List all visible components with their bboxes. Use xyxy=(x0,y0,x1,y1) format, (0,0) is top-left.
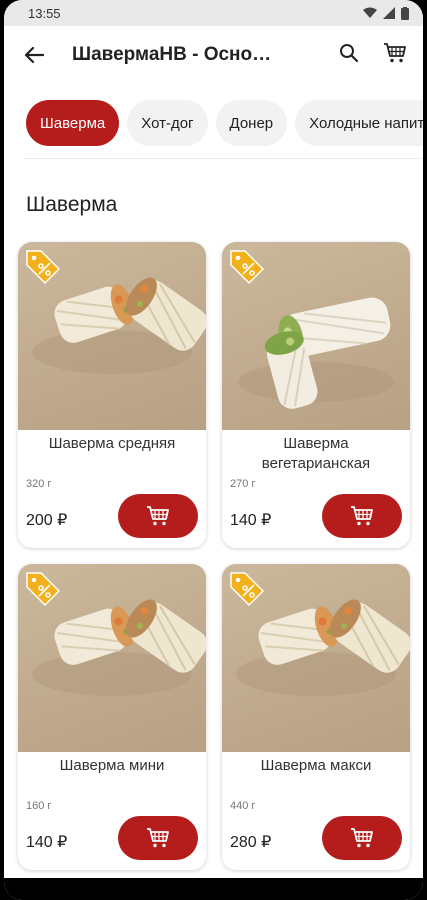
product-name: Шаверма средняя xyxy=(48,435,176,452)
product-name: Шаверма макси xyxy=(260,757,372,774)
back-button[interactable] xyxy=(20,41,48,69)
chip-doner[interactable]: Донер xyxy=(215,100,288,146)
add-to-cart-button[interactable] xyxy=(322,816,402,860)
product-price: 140 ₽ xyxy=(230,512,272,529)
status-bar: 13:55 xyxy=(4,0,423,26)
search-icon xyxy=(340,43,359,62)
page-title: ШавермаНВ - Основное меню xyxy=(72,44,282,65)
product-name: Шаверма вегетарианская xyxy=(261,435,371,472)
discount-badge-icon xyxy=(26,250,61,285)
app-screen: 13:55 ШавермаНВ - Основное меню xyxy=(4,0,423,900)
wifi-icon xyxy=(363,7,377,18)
cart-icon xyxy=(384,42,406,62)
product-price: 280 ₽ xyxy=(230,834,272,851)
chip-hotdog[interactable]: Хот-дог xyxy=(127,100,208,146)
product-price: 140 ₽ xyxy=(26,834,68,851)
product-weight: 160 г xyxy=(26,800,52,812)
chip-cold-drinks[interactable]: Холодные напитки xyxy=(295,100,423,146)
arrow-left-icon xyxy=(24,46,44,64)
product-price: 200 ₽ xyxy=(26,512,68,529)
product-card[interactable]: Шаверма макси 440 г 280 ₽ xyxy=(222,564,410,870)
product-card[interactable]: Шаверма средняя 320 г 200 ₽ xyxy=(18,242,206,548)
add-to-cart-button[interactable] xyxy=(118,816,198,860)
product-card[interactable]: Шаверма вегетарианская 270 г 140 ₽ xyxy=(222,242,410,548)
product-card[interactable]: Шаверма мини 160 г 140 ₽ xyxy=(18,564,206,870)
product-grid: Шаверма средняя 320 г 200 ₽ Шаверма веге… xyxy=(18,242,412,870)
system-nav-bar xyxy=(4,878,423,900)
product-photo xyxy=(222,242,410,430)
signal-icon xyxy=(383,7,395,19)
status-icons xyxy=(363,6,409,20)
category-chips: Шаверма Хот-дог Донер Холодные напитки xyxy=(26,100,423,150)
discount-badge-icon xyxy=(230,250,265,285)
divider xyxy=(24,158,423,159)
add-cart-icon xyxy=(351,828,373,848)
cart-button[interactable] xyxy=(383,42,407,69)
section-title: Шаверма xyxy=(26,193,118,216)
product-photo xyxy=(222,564,410,752)
product-name: Шаверма мини xyxy=(59,757,165,774)
product-weight: 440 г xyxy=(230,800,256,812)
chip-shawarma[interactable]: Шаверма xyxy=(26,100,120,146)
product-weight: 270 г xyxy=(230,478,256,490)
add-to-cart-button[interactable] xyxy=(322,494,402,538)
add-cart-icon xyxy=(147,506,169,526)
product-weight: 320 г xyxy=(26,478,52,490)
product-photo xyxy=(18,242,206,430)
app-bar: ШавермаНВ - Основное меню xyxy=(4,26,423,84)
add-to-cart-button[interactable] xyxy=(118,494,198,538)
search-button[interactable] xyxy=(339,43,359,68)
add-cart-icon xyxy=(351,506,373,526)
add-cart-icon xyxy=(147,828,169,848)
status-time: 13:55 xyxy=(28,5,61,21)
discount-badge-icon xyxy=(26,572,61,607)
battery-icon xyxy=(401,6,409,20)
discount-badge-icon xyxy=(230,572,265,607)
product-photo xyxy=(18,564,206,752)
